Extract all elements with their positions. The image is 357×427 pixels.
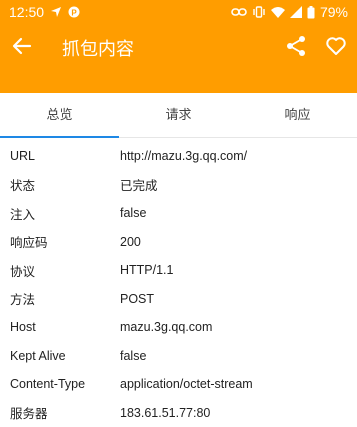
page-title: 抓包内容 <box>62 35 134 61</box>
row-value: mazu.3g.qq.com <box>120 320 212 334</box>
row-host: Host mazu.3g.qq.com <box>0 313 357 342</box>
navigation-arrow-icon <box>50 6 62 18</box>
tab-request[interactable]: 请求 <box>119 93 238 137</box>
row-key: Kept Alive <box>0 349 120 363</box>
row-key: 响应码 <box>0 232 120 251</box>
link-icon <box>231 7 247 17</box>
overview-list: URL http://mazu.3g.qq.com/ 状态 已完成 注入 fal… <box>0 138 357 427</box>
row-value: http://mazu.3g.qq.com/ <box>120 149 247 163</box>
row-value: 已完成 <box>120 175 158 194</box>
signal-icon <box>290 6 302 18</box>
status-time: 12:50 <box>9 4 44 20</box>
row-status: 状态 已完成 <box>0 171 357 200</box>
row-injected: 注入 false <box>0 199 357 228</box>
tab-response[interactable]: 响应 <box>238 93 357 137</box>
toolbar: 抓包内容 <box>0 24 357 68</box>
status-bar: 12:50 P 79% <box>0 0 357 24</box>
row-content-type: Content-Type application/octet-stream <box>0 370 357 399</box>
vibrate-icon <box>252 6 266 18</box>
row-url: URL http://mazu.3g.qq.com/ <box>0 142 357 171</box>
row-key: Content-Type <box>0 377 120 391</box>
row-key: Host <box>0 320 120 334</box>
row-value: 183.61.51.77:80 <box>120 406 210 420</box>
row-value: POST <box>120 292 154 306</box>
row-value: HTTP/1.1 <box>120 263 174 277</box>
svg-text:P: P <box>71 8 77 17</box>
share-icon[interactable] <box>285 35 307 57</box>
wifi-icon <box>271 6 285 18</box>
row-value: 200 <box>120 235 141 249</box>
row-protocol: 协议 HTTP/1.1 <box>0 256 357 285</box>
row-response-code: 响应码 200 <box>0 228 357 257</box>
row-method: 方法 POST <box>0 285 357 314</box>
tab-overview[interactable]: 总览 <box>0 93 119 137</box>
battery-percent: 79% <box>320 4 348 20</box>
row-key: URL <box>0 149 120 163</box>
row-value: application/octet-stream <box>120 377 253 391</box>
parking-p-icon: P <box>68 6 80 18</box>
row-key: 方法 <box>0 289 120 308</box>
row-value: false <box>120 206 146 220</box>
row-key: 状态 <box>0 175 120 194</box>
row-key: 注入 <box>0 204 120 223</box>
row-key: 服务器 <box>0 403 120 422</box>
back-arrow-icon[interactable] <box>12 36 32 56</box>
battery-icon <box>307 6 315 19</box>
favorite-heart-icon[interactable] <box>325 35 347 57</box>
row-server: 服务器 183.61.51.77:80 <box>0 399 357 427</box>
row-key: 协议 <box>0 261 120 280</box>
row-kept-alive: Kept Alive false <box>0 342 357 371</box>
app-bar: 12:50 P 79% 抓包内容 <box>0 0 357 93</box>
tab-bar: 总览 请求 响应 <box>0 93 357 138</box>
row-value: false <box>120 349 146 363</box>
